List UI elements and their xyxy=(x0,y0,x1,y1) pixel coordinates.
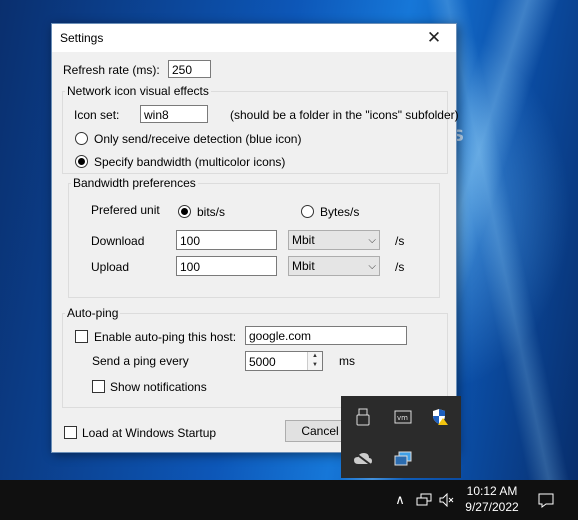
radio-bytes[interactable] xyxy=(301,205,314,218)
dialog-title: Settings xyxy=(60,31,104,45)
title-bar[interactable]: Settings ✕ xyxy=(52,24,456,52)
radio-detection-label[interactable]: Only send/receive detection (blue icon) xyxy=(94,132,301,146)
network-icon[interactable] xyxy=(414,490,434,510)
refresh-rate-input[interactable]: 250 xyxy=(168,60,211,78)
upload-input[interactable]: 100 xyxy=(176,256,277,276)
enable-auto-ping-label[interactable]: Enable auto-ping this host: xyxy=(94,330,236,344)
auto-ping-legend: Auto-ping xyxy=(67,306,119,320)
icon-set-input[interactable]: win8 xyxy=(140,105,208,123)
ping-unit-label: ms xyxy=(339,354,355,368)
taskbar-clock[interactable]: 10:12 AM 9/27/2022 xyxy=(462,483,522,515)
chevron-down-icon: ⌵ xyxy=(368,235,376,246)
upload-unit-select[interactable]: Mbit ⌵ xyxy=(288,256,380,276)
radio-bytes-label[interactable]: Bytes/s xyxy=(320,205,359,219)
bandwidth-group-legend: Bandwidth preferences xyxy=(73,176,196,190)
close-button[interactable]: ✕ xyxy=(412,24,456,52)
usb-drive-icon[interactable] xyxy=(352,406,374,428)
download-input[interactable]: 100 xyxy=(176,230,277,250)
show-notifications-label[interactable]: Show notifications xyxy=(110,380,207,394)
radio-bandwidth[interactable] xyxy=(75,155,88,168)
security-warning-icon[interactable] xyxy=(429,406,451,428)
chevron-down-icon: ⌵ xyxy=(368,261,376,272)
load-startup-checkbox[interactable] xyxy=(64,426,77,439)
enable-auto-ping-checkbox[interactable] xyxy=(75,330,88,343)
cloud-offline-icon[interactable] xyxy=(352,448,374,470)
stepper-up-icon[interactable]: ▲ xyxy=(308,352,322,361)
download-unit-value: Mbit xyxy=(292,233,315,247)
vmware-icon[interactable]: vm xyxy=(392,406,414,428)
chevron-up-icon[interactable]: ∧ xyxy=(390,490,410,510)
show-notifications-checkbox[interactable] xyxy=(92,380,105,393)
network-monitor-icon[interactable] xyxy=(392,448,414,470)
upload-unit-value: Mbit xyxy=(292,259,315,273)
icon-set-label: Icon set: xyxy=(74,108,120,122)
send-ping-label: Send a ping every xyxy=(92,354,189,368)
radio-bits[interactable] xyxy=(178,205,191,218)
volume-muted-icon[interactable] xyxy=(437,490,457,510)
upload-label: Upload xyxy=(91,260,130,274)
notification-icon[interactable] xyxy=(536,490,556,510)
radio-detection[interactable] xyxy=(75,132,88,145)
upload-suffix: /s xyxy=(395,260,405,274)
download-suffix: /s xyxy=(395,234,405,248)
ping-interval-input[interactable]: 5000 ▲ ▼ xyxy=(245,351,323,371)
icon-set-hint: (should be a folder in the "icons" subfo… xyxy=(230,108,459,122)
refresh-rate-label: Refresh rate (ms): xyxy=(63,63,160,77)
ping-interval-value: 5000 xyxy=(249,355,276,369)
load-startup-label[interactable]: Load at Windows Startup xyxy=(82,426,216,440)
svg-text:vm: vm xyxy=(397,414,408,422)
network-group-legend: Network icon visual effects xyxy=(67,84,209,98)
radio-bits-label[interactable]: bits/s xyxy=(197,205,225,219)
ping-interval-stepper[interactable]: ▲ ▼ xyxy=(307,352,322,370)
clock-date: 9/27/2022 xyxy=(465,500,519,514)
close-icon: ✕ xyxy=(426,28,442,47)
clock-time: 10:12 AM xyxy=(466,484,518,498)
stepper-down-icon[interactable]: ▼ xyxy=(308,361,322,370)
radio-bandwidth-label[interactable]: Specify bandwidth (multicolor icons) xyxy=(94,155,285,169)
ping-host-input[interactable]: google.com xyxy=(245,326,407,345)
download-unit-select[interactable]: Mbit ⌵ xyxy=(288,230,380,250)
tray-overflow-popup: vm xyxy=(341,396,461,478)
preferred-unit-label: Prefered unit xyxy=(91,203,160,217)
download-label: Download xyxy=(91,234,145,248)
settings-dialog: Settings ✕ Refresh rate (ms): 250 Networ… xyxy=(51,23,459,453)
